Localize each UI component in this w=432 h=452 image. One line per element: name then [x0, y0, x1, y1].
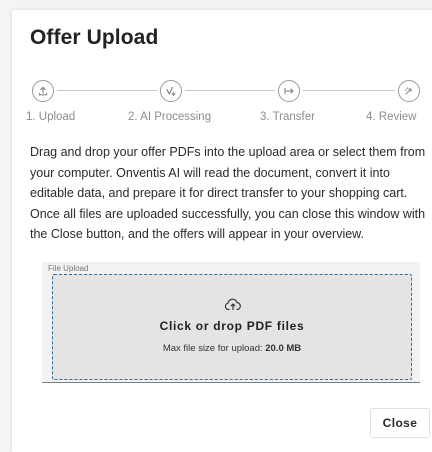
- review-icon: [398, 80, 420, 102]
- pdf-drop-zone[interactable]: Click or drop PDF files Max file size fo…: [52, 274, 412, 380]
- drop-zone-title: Click or drop PDF files: [159, 319, 305, 333]
- step-connector: [57, 90, 157, 91]
- max-file-size-text: Max file size for upload: 20.0 MB: [53, 343, 411, 354]
- file-upload-field: File Upload Click or drop PDF files Max …: [42, 262, 420, 383]
- offer-upload-dialog: Offer Upload 1. Upload 2. AI Processing …: [12, 10, 432, 452]
- stepper: 1. Upload 2. AI Processing 3. Transfer 4…: [12, 80, 432, 140]
- max-file-size-prefix: Max file size for upload:: [162, 343, 263, 354]
- close-button[interactable]: Close: [370, 408, 430, 438]
- step-label-review: 4. Review: [366, 111, 417, 123]
- dialog-description: Drag and drop your offer PDFs into the u…: [30, 145, 426, 241]
- upload-icon: [32, 80, 54, 102]
- dialog-title: Offer Upload: [30, 26, 159, 49]
- step-label-transfer: 3. Transfer: [260, 111, 315, 123]
- step-connector: [303, 90, 395, 91]
- step-label-upload: 1. Upload: [26, 111, 76, 123]
- ai-sparkle-icon: [160, 80, 182, 102]
- max-file-size-value: 20.0 MB: [265, 343, 302, 354]
- file-upload-label: File Upload: [48, 264, 89, 273]
- step-connector: [185, 90, 275, 91]
- transfer-arrow-icon: [278, 80, 300, 102]
- step-label-ai-processing: 2. AI Processing: [128, 111, 212, 123]
- cloud-upload-icon: [224, 298, 241, 311]
